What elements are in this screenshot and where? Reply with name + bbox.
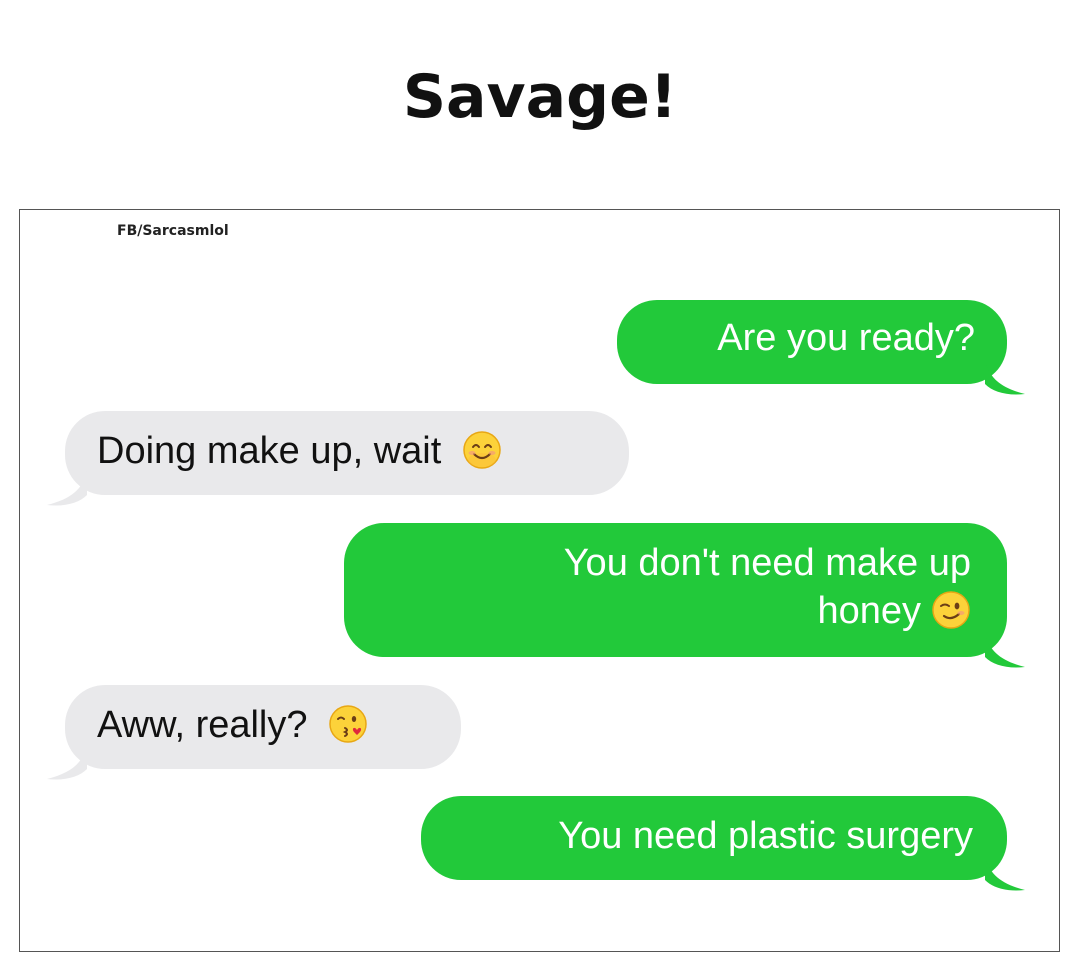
watermark: FB/Sarcasmlol (117, 223, 229, 239)
smiling-face-emoji (463, 431, 501, 469)
bubble-tail (985, 633, 1025, 668)
message-text: Aww, really? (97, 704, 308, 746)
message-text: Are you ready? (717, 317, 975, 359)
message-bubble-sent: Are you ready? (617, 300, 1025, 395)
winking-face-emoji (932, 591, 970, 629)
page-title: Savage! (402, 62, 678, 132)
face-blowing-kiss-emoji (329, 705, 367, 743)
bubble-tail (985, 856, 1025, 891)
bubble-tail (985, 360, 1025, 395)
message-bubble-received: Aww, really? (47, 685, 461, 780)
message-text-line: honey (344, 587, 971, 635)
message-bubble-sent: You don't need make up honey (344, 523, 1025, 668)
message-bubble-received: Doing make up, wait (47, 411, 629, 506)
message-bubble-sent: You need plastic surgery (421, 796, 1025, 891)
message-text: Doing make up, wait (97, 430, 442, 472)
bubble-tail (47, 745, 87, 780)
message-text-line: You don't need make up (563, 542, 971, 584)
bubble-tail (47, 471, 87, 506)
message-text: You need plastic surgery (558, 815, 973, 857)
conversation-frame: FB/Sarcasmlol Are you ready? Doing make … (19, 209, 1060, 952)
